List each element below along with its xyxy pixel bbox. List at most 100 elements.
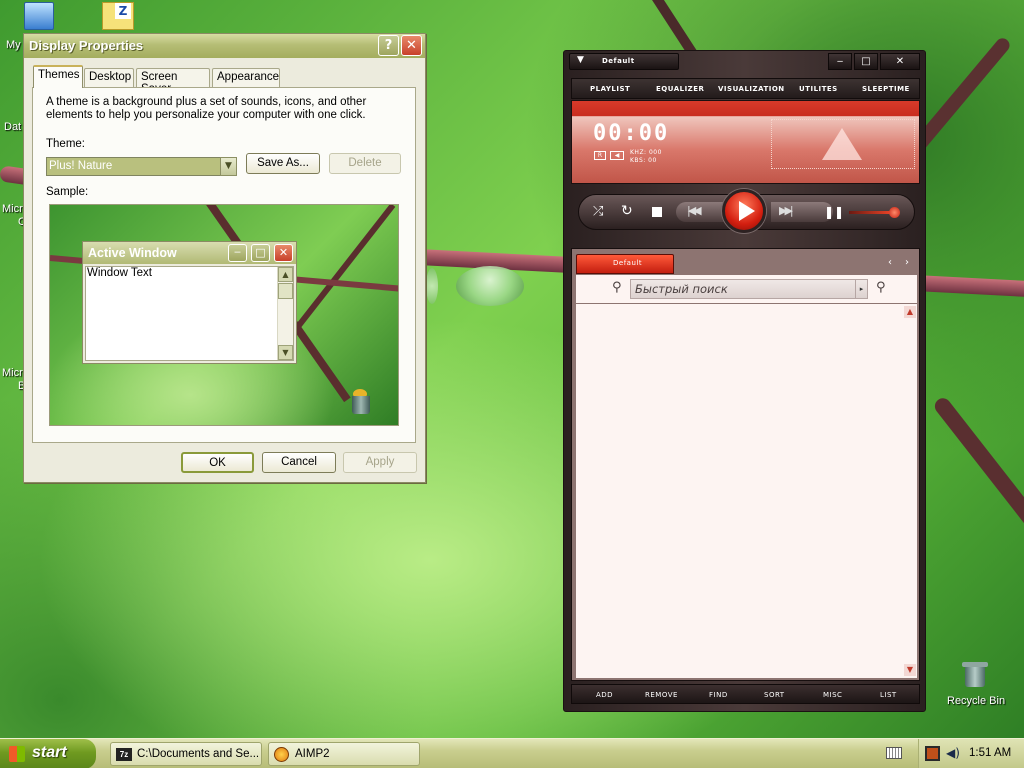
- tab-desktop[interactable]: Desktop: [84, 68, 134, 87]
- zip-folder-icon[interactable]: Z: [102, 2, 134, 30]
- task-button-aimp2[interactable]: AIMP2: [268, 742, 420, 766]
- window-title: Display Properties: [29, 38, 144, 53]
- search-input[interactable]: Быстрый поиск ▸: [630, 279, 868, 299]
- time-display: 00:00: [593, 121, 670, 146]
- volume-indicator-icon: ◀: [610, 151, 624, 160]
- wallpaper-branch: [931, 395, 1024, 610]
- search-go-icon[interactable]: ⚲: [876, 280, 886, 295]
- kbs-readout: KBS: 00: [630, 157, 657, 164]
- chevron-down-icon[interactable]: ▼: [220, 157, 237, 176]
- window-title-bar[interactable]: Display Properties: [24, 34, 425, 58]
- find-button[interactable]: FIND: [709, 691, 728, 699]
- sample-window-body: Window Text ▲ ▼: [85, 266, 294, 361]
- search-dropdown-icon[interactable]: ▸: [855, 280, 867, 298]
- delete-button[interactable]: Delete: [329, 153, 401, 174]
- start-button[interactable]: start: [0, 739, 96, 768]
- desktop-icon-label: Dat: [4, 121, 22, 133]
- aimp-logo-area: [771, 119, 915, 169]
- task-label: AIMP2: [295, 748, 330, 760]
- tray-app-icon[interactable]: [925, 746, 940, 761]
- tab-scroll-right-icon[interactable]: ›: [905, 257, 909, 268]
- scrollbar: ▲ ▼: [277, 267, 293, 360]
- misc-button[interactable]: MISC: [823, 691, 842, 699]
- stop-icon[interactable]: [652, 207, 662, 217]
- system-tray: ◀) 1:51 AM: [918, 739, 1024, 768]
- close-icon: ✕: [274, 244, 293, 262]
- task-button-7zip[interactable]: 7z C:\Documents and Se...: [110, 742, 262, 766]
- scroll-down-icon[interactable]: ▼: [904, 664, 916, 676]
- next-icon[interactable]: ▶▶|: [779, 204, 794, 217]
- add-button[interactable]: ADD: [596, 691, 613, 699]
- minimize-icon: ‒: [228, 244, 247, 262]
- recycle-bin-icon: [350, 387, 372, 415]
- shuffle-icon[interactable]: ⤮: [593, 204, 603, 219]
- scroll-up-icon: ▲: [278, 267, 293, 282]
- aimp-logo-icon: [822, 128, 862, 160]
- speaker-icon[interactable]: ◀): [946, 746, 960, 760]
- khz-readout: KHZ: 000: [630, 149, 662, 156]
- help-button[interactable]: ?: [378, 35, 399, 56]
- remove-button[interactable]: REMOVE: [645, 691, 678, 699]
- windows-logo-icon: [9, 746, 25, 762]
- bin-body: [965, 667, 985, 687]
- sample-window-text: Window Text: [87, 267, 152, 279]
- ok-button[interactable]: OK: [181, 452, 254, 473]
- recycle-bin-icon[interactable]: [962, 660, 988, 688]
- aimp-display-panel: 00:00 R ◀ KHZ: 000 KBS: 00: [571, 100, 920, 184]
- maximize-button[interactable]: □: [854, 53, 878, 70]
- previous-icon[interactable]: |◀◀: [687, 204, 702, 217]
- desktop-icon-label: My: [6, 39, 21, 51]
- scroll-up-icon[interactable]: ▲: [904, 306, 916, 318]
- sort-button[interactable]: SORT: [764, 691, 785, 699]
- tab-appearance[interactable]: Appearance: [212, 68, 280, 87]
- water-drop: [456, 266, 524, 306]
- tab-themes[interactable]: Themes: [33, 65, 83, 88]
- play-button[interactable]: [722, 189, 766, 233]
- theme-select[interactable]: Plus! Nature: [46, 157, 236, 176]
- aimp-playlist-panel: Default ‹ › ⚲ Быстрый поиск ▸ ⚲ ▲ ▼: [571, 248, 920, 681]
- close-button[interactable]: ✕: [880, 53, 920, 70]
- aimp-title-bar[interactable]: [682, 53, 822, 70]
- aimp-menu-bar: PLAYLIST EQUALIZER VISUALIZATION UTILITE…: [571, 78, 920, 99]
- save-as-button[interactable]: Save As...: [246, 153, 320, 174]
- desktop: My Z Dat Micro O Micro B Recycle Bin Dis…: [0, 0, 1024, 738]
- volume-slider[interactable]: [849, 207, 900, 218]
- apply-button[interactable]: Apply: [343, 452, 417, 473]
- aimp-player-window: ▼ Default ‒ □ ✕ PLAYLIST EQUALIZER VISUA…: [563, 50, 926, 712]
- cancel-button[interactable]: Cancel: [262, 452, 336, 473]
- clock[interactable]: 1:51 AM: [969, 747, 1011, 759]
- water-drop: [426, 268, 438, 304]
- pause-icon[interactable]: ❚❚: [824, 205, 844, 219]
- tab-screen-saver[interactable]: Screen Saver: [136, 68, 210, 95]
- repeat-indicator-icon: R: [594, 151, 606, 160]
- aimp-skin-menu-button[interactable]: ▼ Default: [569, 53, 679, 70]
- my-computer-icon[interactable]: [24, 2, 54, 30]
- menu-utilites[interactable]: UTILITES: [799, 85, 838, 93]
- sample-branch: [292, 205, 396, 333]
- keyboard-icon[interactable]: [886, 747, 902, 759]
- repeat-icon[interactable]: ↻: [621, 203, 633, 219]
- playlist-tab[interactable]: Default: [576, 254, 674, 274]
- menu-sleeptime[interactable]: SLEEPTIME: [862, 85, 910, 93]
- volume-knob[interactable]: [889, 207, 900, 218]
- aimp-transport-bar: ⤮ ↻ |◀◀ ▶▶| ❚❚: [578, 189, 915, 233]
- theme-description: A theme is a background plus a set of so…: [46, 96, 367, 121]
- menu-playlist[interactable]: PLAYLIST: [590, 85, 630, 93]
- taskbar: start 7z C:\Documents and Se... AIMP2 ◀)…: [0, 738, 1024, 768]
- play-icon: [739, 201, 755, 221]
- list-button[interactable]: LIST: [880, 691, 897, 699]
- menu-equalizer[interactable]: EQUALIZER: [656, 85, 704, 93]
- minimize-button[interactable]: ‒: [828, 53, 852, 70]
- search-icon: ⚲: [612, 280, 622, 295]
- search-bar: ⚲ Быстрый поиск ▸ ⚲: [576, 275, 917, 303]
- menu-visualization[interactable]: VISUALIZATION: [718, 85, 785, 93]
- chevron-down-icon: ▼: [577, 55, 584, 65]
- sample-active-window: Active Window ‒ □ ✕ Window Text ▲ ▼: [82, 241, 297, 364]
- recycle-bin-label: Recycle Bin: [947, 695, 1006, 707]
- playlist-area[interactable]: ▲ ▼: [576, 304, 917, 678]
- 7z-icon: 7z: [116, 748, 132, 761]
- search-placeholder: Быстрый поиск: [635, 282, 728, 296]
- close-button[interactable]: ✕: [401, 35, 422, 56]
- tab-scroll-left-icon[interactable]: ‹: [888, 257, 892, 268]
- bin-body: [352, 396, 370, 414]
